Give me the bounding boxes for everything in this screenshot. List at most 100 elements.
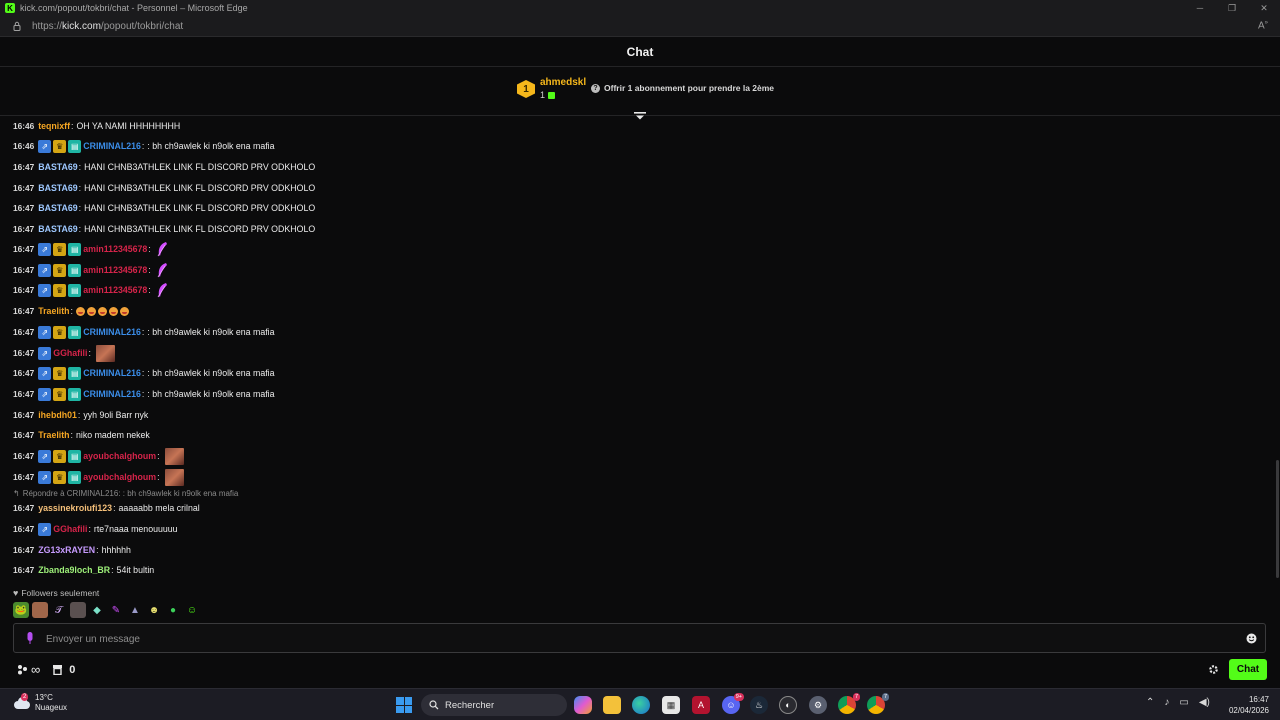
message-timestamp: 16:47 — [13, 430, 35, 440]
chat-message[interactable]: 16:47 ZG13xRAYEN: hhhhhh — [13, 542, 131, 558]
taskbar-search[interactable]: Rechercher — [421, 694, 567, 716]
message-text: OH YA NAMI HHHHHHHH — [76, 121, 181, 131]
message-username[interactable]: BASTA69 — [38, 162, 77, 172]
chat-message[interactable]: 16:47 yassinekroiufi123: aaaaabb mela cril… — [13, 500, 200, 516]
face-emote-icon[interactable] — [32, 602, 48, 618]
adobe-icon[interactable]: A — [692, 696, 710, 714]
network-icon[interactable]: ▭ — [1179, 697, 1188, 708]
chat-scrollbar[interactable] — [1276, 460, 1279, 578]
skull-emote-icon[interactable]: ☻ — [146, 602, 162, 618]
chat-message[interactable]: 16:46 ⇗ ♛ ▤ CRIMINAL216:: bh ch9awlek ki n9o… — [13, 138, 275, 154]
app-icon[interactable]: ◐ — [779, 696, 797, 714]
chat-toolbar: ∞ 0 Chat — [0, 656, 1280, 684]
chat-message[interactable]: 16:46 teqnixff: OH YA NAMI HHHHHHHH — [13, 118, 180, 134]
chat-message[interactable]: 16:47 ihebdh01: yyh 9oli Barr nyk — [13, 407, 148, 423]
message-username[interactable]: GGhafili — [53, 524, 87, 534]
chat-message[interactable]: 16:47 Traelith: — [13, 303, 131, 319]
message-timestamp: 16:47 — [13, 524, 35, 534]
chrome-icon[interactable]: 7 — [838, 693, 860, 714]
close-window-button[interactable]: ✕ — [1248, 0, 1280, 16]
ghost-emote-icon[interactable]: ◆ — [89, 602, 105, 618]
copilot-icon[interactable] — [574, 696, 592, 714]
sub-badge-icon: ⇗ — [38, 242, 52, 256]
message-username[interactable]: CRIMINAL216 — [83, 368, 141, 378]
browser-title-bar: K kick.com/popout/tokbri/chat - Personne… — [0, 0, 1280, 16]
chat-message[interactable]: 16:47 BASTA69: HANI CHNB3ATHLEK LINK FL DI… — [13, 180, 315, 196]
discord-icon[interactable]: ☺ 9+ — [722, 693, 744, 714]
message-username[interactable]: Zbanda9loch_BR — [38, 565, 110, 575]
chat-message[interactable]: 16:47 ⇗ ♛ ▤ CRIMINAL216:: bh ch9awlek ki n9o… — [13, 386, 275, 402]
chat-message[interactable]: 16:47 ⇗ ♛ ▤ CRIMINAL216:: bh ch9awlek ki n9o… — [13, 324, 275, 340]
message-username[interactable]: amin112345678 — [83, 265, 147, 275]
message-username[interactable]: ihebdh01 — [38, 410, 77, 420]
chat-message[interactable]: 16:47 ⇗ ♛ ▤ ayoubchalghoum: — [13, 447, 184, 465]
cat-emote-icon[interactable]: ▲ — [127, 602, 143, 618]
message-timestamp: 16:47 — [13, 472, 35, 482]
man-emote-icon[interactable] — [70, 602, 86, 618]
chat-message[interactable]: 16:47 ⇗ ♛ ▤ ayoubchalghoum: — [13, 468, 184, 486]
frog-emote-icon[interactable]: 🐸 — [13, 602, 29, 618]
kick-emote-icon[interactable]: ☺ — [184, 602, 200, 618]
taskbar-clock[interactable]: 16:47 02/04/2026 — [1225, 694, 1269, 716]
read-aloud-icon[interactable]: A» — [1258, 20, 1268, 31]
green-blob-emote-icon[interactable]: ● — [165, 602, 181, 618]
chat-message[interactable]: 16:47 ⇗ ♛ ▤ amin112345678: — [13, 282, 168, 298]
message-username[interactable]: amin112345678 — [83, 244, 147, 254]
weather-widget[interactable]: 2 13°C Nuageux — [12, 693, 67, 713]
microphone-icon[interactable] — [26, 632, 34, 645]
message-username[interactable]: ZG13xRAYEN — [38, 545, 95, 555]
message-username[interactable]: Traelith — [38, 430, 69, 440]
windows-start-icon[interactable] — [396, 697, 412, 713]
message-username[interactable]: GGhafili — [53, 348, 87, 358]
microphone-tray-icon[interactable]: ♪ — [1164, 697, 1169, 708]
steam-icon[interactable]: ♨ — [750, 696, 768, 714]
message-username[interactable]: Traelith — [38, 306, 69, 316]
message-input[interactable] — [46, 630, 1226, 648]
message-username[interactable]: BASTA69 — [38, 183, 77, 193]
chat-message[interactable]: 16:47 BASTA69: HANI CHNB3ATHLEK LINK FL DI… — [13, 221, 315, 237]
chat-message[interactable]: 16:47 ⇗ GGhafili: — [13, 344, 115, 362]
address-bar[interactable]: https://kick.com/popout/tokbri/chat A» — [0, 16, 1280, 37]
settings-app-icon[interactable]: ⚙ — [809, 696, 827, 714]
tilted-emote-icon[interactable]: 𝒯 — [51, 602, 67, 618]
restore-button[interactable]: ❐ — [1216, 0, 1248, 16]
chat-message[interactable]: 16:47 ⇗ ♛ ▤ CRIMINAL216:: bh ch9awlek ki n9o… — [13, 365, 275, 381]
points-display[interactable]: ∞ — [17, 662, 40, 677]
send-chat-button[interactable]: Chat — [1229, 659, 1267, 680]
message-username[interactable]: CRIMINAL216 — [83, 327, 141, 337]
gift-subs-display[interactable]: 0 — [52, 664, 75, 676]
reply-reference[interactable]: ↰ Répondre à CRIMINAL216: : bh ch9awlek k… — [13, 489, 238, 498]
volume-icon[interactable]: ◀) — [1199, 697, 1210, 708]
chat-message[interactable]: 16:47 Traelith: niko madem nekek — [13, 427, 150, 443]
message-username[interactable]: yassinekroiufi123 — [38, 503, 112, 513]
message-username[interactable]: amin112345678 — [83, 285, 147, 295]
sub-badge-icon: ⇗ — [38, 283, 52, 297]
chrome-profile-icon[interactable]: 7 — [867, 693, 889, 714]
chat-message[interactable]: 16:47 BASTA69: HANI CHNB3ATHLEK LINK FL DI… — [13, 200, 315, 216]
message-username[interactable]: BASTA69 — [38, 224, 77, 234]
settings-gear-icon[interactable] — [1208, 664, 1219, 675]
chat-message[interactable]: 16:47 BASTA69: HANI CHNB3ATHLEK LINK FL DI… — [13, 159, 315, 175]
feather-emote-icon[interactable]: ✎ — [108, 602, 124, 618]
message-username[interactable]: BASTA69 — [38, 203, 77, 213]
chat-message[interactable]: 16:47 ⇗ ♛ ▤ amin112345678: — [13, 262, 168, 278]
lock-icon[interactable] — [12, 21, 22, 31]
chat-message[interactable]: 16:47 Zbanda9loch_BR:54it bultin — [13, 562, 154, 578]
chat-message[interactable]: 16:47 ⇗ GGhafili: rte7naaa menouuuuu — [13, 521, 178, 537]
message-username[interactable]: ayoubchalghoum — [83, 451, 156, 461]
message-username[interactable]: teqnixff — [38, 121, 70, 131]
minimize-button[interactable]: ─ — [1184, 0, 1216, 16]
chevron-up-icon[interactable]: ⌃ — [1146, 697, 1154, 708]
offer-subscription-link[interactable]: ? Offrir 1 abonnement pour prendre la 2è… — [591, 83, 774, 93]
message-username[interactable]: CRIMINAL216 — [83, 389, 141, 399]
chat-message[interactable]: 16:47 ⇗ ♛ ▤ amin112345678: — [13, 241, 168, 257]
microsoft-store-icon[interactable]: ▦ — [662, 696, 680, 714]
gifter-name[interactable]: ahmedskl — [540, 77, 586, 88]
sub-badge-icon: ⇗ — [38, 139, 52, 153]
edge-browser-icon[interactable] — [632, 696, 650, 714]
emoji-picker-icon[interactable] — [1246, 633, 1257, 644]
url-text[interactable]: https://kick.com/popout/tokbri/chat — [32, 21, 183, 32]
file-explorer-icon[interactable] — [603, 696, 621, 714]
message-username[interactable]: CRIMINAL216 — [83, 141, 141, 151]
message-username[interactable]: ayoubchalghoum — [83, 472, 156, 482]
